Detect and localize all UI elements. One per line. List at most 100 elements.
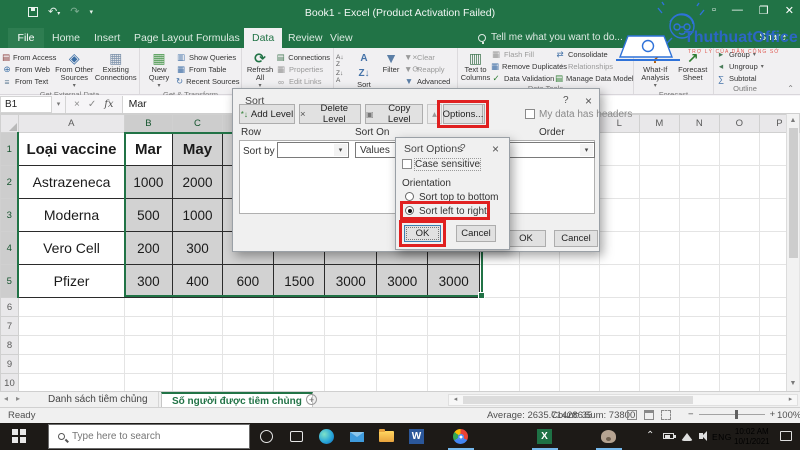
cell-A4[interactable]: Vero Cell [17, 231, 125, 265]
sort-left-to-right-radio[interactable] [405, 206, 414, 215]
connections-button[interactable]: ▤ Connections [276, 52, 330, 63]
cell-G5[interactable]: 3000 [375, 264, 429, 298]
cell-E5[interactable]: 1500 [272, 264, 326, 298]
row-header-2[interactable]: 2 [0, 165, 20, 199]
cell[interactable] [518, 316, 560, 336]
cell-A5[interactable]: Pfizer [17, 264, 125, 298]
cell-C2[interactable]: 2000 [172, 165, 223, 199]
relationships-button[interactable]: ∷ Relationships [555, 61, 631, 72]
tab-review[interactable]: Review [288, 28, 322, 48]
edit-links-button[interactable]: ∞ Edit Links [276, 76, 330, 87]
cell[interactable] [718, 373, 760, 391]
cell-A2[interactable]: Astrazeneca [17, 165, 125, 199]
row-header-6[interactable]: 6 [0, 297, 19, 317]
cell[interactable] [718, 354, 760, 374]
cell[interactable] [427, 373, 480, 391]
cell[interactable] [221, 373, 275, 391]
action-center-icon[interactable] [780, 431, 792, 441]
start-button[interactable] [12, 429, 27, 444]
cell[interactable] [375, 316, 429, 336]
zoom-slider-thumb[interactable] [734, 409, 738, 419]
cell[interactable] [172, 297, 223, 317]
help-icon[interactable]: ? [563, 95, 569, 106]
word-icon[interactable]: W [408, 428, 425, 445]
cell[interactable] [718, 335, 760, 355]
subtotal-button[interactable]: ∑ Subtotal [716, 73, 774, 84]
vscroll-thumb[interactable] [788, 128, 798, 258]
cell[interactable] [638, 316, 680, 336]
cell[interactable] [17, 297, 125, 317]
scroll-up-icon[interactable]: ▲ [787, 115, 799, 127]
confirm-entry-icon[interactable]: ✓ [88, 99, 96, 110]
col-header-M[interactable]: M [638, 114, 680, 133]
cell[interactable] [558, 297, 600, 317]
cell[interactable] [17, 354, 125, 374]
share-button[interactable]: Share [759, 28, 786, 48]
cell[interactable] [638, 264, 680, 298]
cell[interactable] [718, 198, 760, 232]
show-queries-button[interactable]: ▥ Show Queries [176, 52, 238, 63]
close-dialog-icon[interactable]: × [585, 94, 592, 108]
cell[interactable] [123, 354, 174, 374]
cell-F5[interactable]: 3000 [324, 264, 377, 298]
cell[interactable] [638, 373, 680, 391]
group-button[interactable]: ▸ Group ▾ [716, 49, 774, 60]
cell[interactable] [123, 316, 174, 336]
refresh-all-button[interactable]: ⟳ Refresh All ▾ [244, 49, 276, 90]
sort-az-icon[interactable]: A↓ Z [336, 54, 350, 68]
order-combo[interactable]: ▾ [501, 142, 595, 158]
copy-level-button[interactable]: ▣ Copy Level [365, 103, 423, 125]
cell[interactable] [678, 316, 720, 336]
vertical-scrollbar[interactable]: ▲ ▼ [786, 114, 799, 391]
col-header-B[interactable]: B [123, 114, 174, 134]
battery-icon[interactable] [663, 433, 676, 439]
zoom-in-icon[interactable]: + [770, 409, 776, 420]
cell[interactable] [598, 316, 640, 336]
advanced-button[interactable]: ▼ Advanced [404, 76, 454, 87]
cell[interactable] [718, 165, 760, 199]
cell[interactable] [272, 354, 326, 374]
cell[interactable] [518, 297, 560, 317]
maximize-icon[interactable]: ❐ [759, 4, 769, 17]
cell[interactable] [638, 132, 680, 166]
row-header-1[interactable]: 1 [0, 132, 20, 166]
cell[interactable] [638, 231, 680, 265]
zoom-out-icon[interactable]: − [688, 409, 694, 420]
cell-C5[interactable]: 400 [172, 264, 223, 298]
cell[interactable] [272, 297, 326, 317]
wifi-icon[interactable] [681, 433, 693, 441]
data-validation-button[interactable]: ✓ Data Validation [491, 73, 555, 84]
speaker-icon[interactable] [699, 431, 707, 441]
help-icon[interactable]: ? [460, 143, 466, 154]
tell-me-box[interactable]: Tell me what you want to do... [478, 28, 623, 48]
search-input[interactable] [72, 431, 222, 442]
row-header-7[interactable]: 7 [0, 316, 19, 336]
cell[interactable] [324, 316, 377, 336]
cell[interactable] [518, 264, 560, 298]
sort-cancel-button[interactable]: Cancel [554, 230, 598, 247]
horizontal-scrollbar[interactable]: ◂ ▸ [448, 394, 798, 406]
from-other-sources-button[interactable]: ◈ From Other Sources ▾ [54, 49, 95, 90]
cell[interactable] [598, 373, 640, 391]
cell-B3[interactable]: 500 [123, 198, 174, 232]
col-header-C[interactable]: C [172, 114, 223, 134]
col-header-N[interactable]: N [678, 114, 720, 133]
cell[interactable] [638, 165, 680, 199]
sort-options-cancel-button[interactable]: Cancel [456, 225, 496, 242]
text-to-columns-button[interactable]: ▥ Text to Columns [460, 49, 491, 84]
cell[interactable] [678, 198, 720, 232]
cell[interactable] [272, 316, 326, 336]
cell[interactable] [17, 335, 125, 355]
cell[interactable] [427, 297, 480, 317]
cell[interactable] [427, 335, 480, 355]
from-access-button[interactable]: ▤ From Access [2, 52, 56, 63]
cell[interactable] [221, 316, 275, 336]
page-layout-view-icon[interactable] [644, 410, 654, 420]
cell[interactable] [638, 198, 680, 232]
filter-button[interactable]: ▼ Filter [378, 49, 404, 89]
from-text-button[interactable]: ≡ From Text [2, 76, 54, 87]
what-if-analysis-button[interactable]: ? What-If Analysis ▾ [636, 49, 674, 90]
sort-options-ok-button[interactable]: OK [404, 225, 441, 242]
cell[interactable] [478, 373, 520, 391]
cell[interactable] [558, 373, 600, 391]
